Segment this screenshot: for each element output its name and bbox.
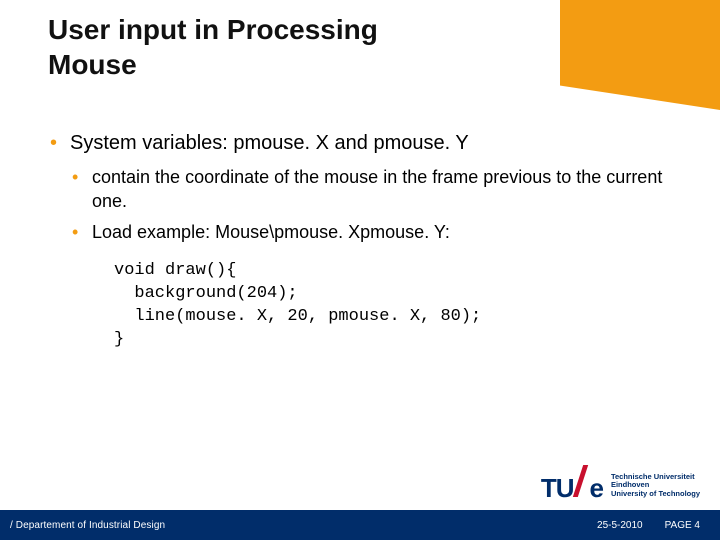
code-block: void draw(){ background(204); line(mouse… (114, 260, 680, 352)
bullet-l2-item: Load example: Mouse\pmouse. Xpmouse. Y: (70, 220, 680, 244)
bullet-l1-item: System variables: pmouse. X and pmouse. … (48, 130, 680, 352)
bullet-l2a-text: contain the coordinate of the mouse in t… (92, 167, 662, 211)
logo-slash-icon (574, 467, 588, 497)
logo-subtext: Technische Universiteit Eindhoven Univer… (611, 473, 700, 499)
bullet-l2-item: contain the coordinate of the mouse in t… (70, 165, 680, 214)
logo-tu-text: TU (541, 473, 574, 504)
university-logo: TU e Technische Universiteit Eindhoven U… (541, 467, 700, 504)
logo-e-text: e (589, 473, 602, 504)
bullet-l2b-text: Load example: Mouse\pmouse. Xpmouse. Y: (92, 222, 450, 242)
bullet-list-level2: contain the coordinate of the mouse in t… (70, 165, 680, 244)
footer-bar: / Departement of Industrial Design 25-5-… (0, 510, 720, 540)
footer-department: / Departement of Industrial Design (10, 520, 165, 531)
footer-right: 25-5-2010 PAGE 4 (597, 520, 700, 531)
footer-date: 25-5-2010 (597, 520, 643, 531)
title-line-2: Mouse (48, 49, 137, 80)
bullet-l1-text: System variables: pmouse. X and pmouse. … (70, 132, 469, 154)
footer-page: PAGE 4 (665, 520, 700, 531)
title-line-1: User input in Processing (48, 14, 378, 45)
logo-line3: University of Technology (611, 490, 700, 499)
logo-mark: TU e (541, 467, 603, 504)
slide: User input in Processing Mouse System va… (0, 0, 720, 540)
bullet-list-level1: System variables: pmouse. X and pmouse. … (48, 130, 680, 352)
slide-title: User input in Processing Mouse (48, 12, 538, 82)
slide-content: System variables: pmouse. X and pmouse. … (48, 130, 680, 362)
